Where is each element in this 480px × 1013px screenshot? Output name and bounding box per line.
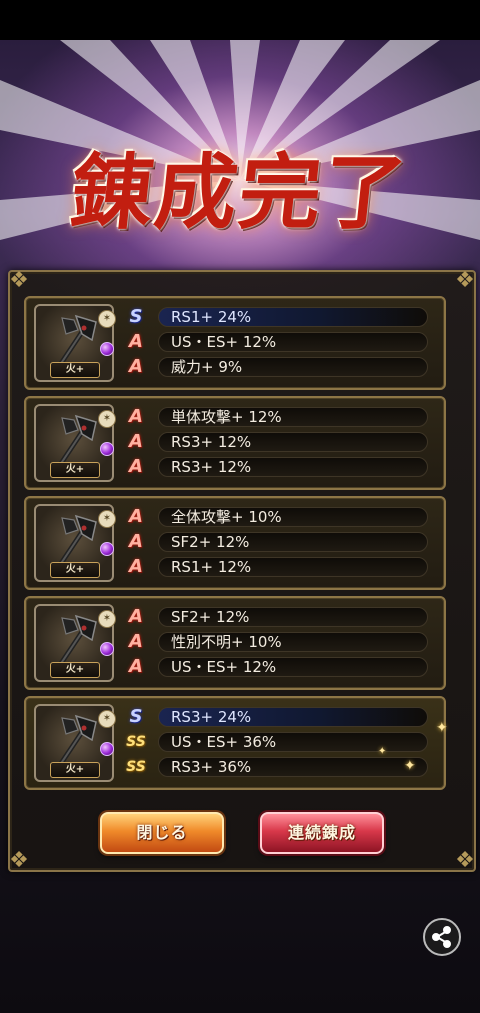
result-card: ✶ 火+ A 全体攻撃+ 10% A SF2+ 12% A RS1+ 12%: [24, 496, 446, 590]
stat-row: A SF2+ 12%: [124, 606, 432, 628]
rank-a-icon: A: [129, 356, 143, 377]
stat-text: US・ES+ 12%: [158, 657, 428, 677]
corner-ornament-icon: ❖: [9, 268, 29, 293]
status-bar: [0, 0, 480, 40]
rarity-star-icon: ✶: [98, 510, 116, 528]
rank-a-icon: A: [129, 431, 143, 452]
element-badge: 火+: [50, 362, 100, 378]
rank-s-icon: S: [129, 306, 143, 327]
stat-text: US・ES+ 12%: [158, 332, 428, 352]
share-button[interactable]: [423, 918, 461, 956]
rank-ss-icon: SS: [126, 734, 146, 750]
close-button[interactable]: 閉じる: [100, 812, 224, 854]
stat-text: RS1+ 24%: [158, 307, 428, 327]
stat-text: US・ES+ 36%: [158, 732, 428, 752]
stat-row: S RS3+ 24%: [124, 706, 432, 728]
stat-row: A RS1+ 12%: [124, 556, 432, 578]
stat-row: A 性別不明+ 10%: [124, 631, 432, 653]
weapon-thumbnail[interactable]: ✶ 火+: [34, 704, 116, 782]
rarity-star-icon: ✶: [98, 610, 116, 628]
stat-text: 全体攻撃+ 10%: [158, 507, 428, 527]
corner-ornament-icon: ❖: [455, 268, 475, 293]
stat-row: A RS3+ 12%: [124, 456, 432, 478]
rank-s-icon: S: [129, 706, 143, 727]
stat-row: A RS3+ 12%: [124, 431, 432, 453]
rank-a-icon: A: [129, 456, 143, 477]
element-badge: 火+: [50, 562, 100, 578]
purple-gem-icon: [100, 642, 114, 656]
element-badge: 火+: [50, 662, 100, 678]
page-title: 錬成完了: [66, 144, 413, 241]
rank-a-icon: A: [129, 506, 143, 527]
rank-a-icon: A: [129, 406, 143, 427]
purple-gem-icon: [100, 342, 114, 356]
purple-gem-icon: [100, 542, 114, 556]
continue-refine-button[interactable]: 連続錬成: [260, 812, 384, 854]
rank-a-icon: A: [129, 531, 143, 552]
rank-a-icon: A: [129, 631, 143, 652]
stat-text: SF2+ 12%: [158, 532, 428, 552]
rank-a-icon: A: [129, 556, 143, 577]
title-banner: 錬成完了: [0, 100, 480, 270]
stat-row: SS RS3+ 36%: [124, 756, 432, 778]
weapon-thumbnail[interactable]: ✶ 火+: [34, 304, 116, 382]
rank-a-icon: A: [129, 656, 143, 677]
sparkle-icon: ✦: [378, 746, 387, 757]
stat-text: SF2+ 12%: [158, 607, 428, 627]
weapon-thumbnail[interactable]: ✶ 火+: [34, 604, 116, 682]
sparkle-icon: ✦: [436, 720, 448, 736]
weapon-thumbnail[interactable]: ✶ 火+: [34, 404, 116, 482]
weapon-thumbnail[interactable]: ✶ 火+: [34, 504, 116, 582]
purple-gem-icon: [100, 742, 114, 756]
sparkle-icon: ✦: [404, 758, 416, 774]
rank-ss-icon: SS: [126, 759, 146, 775]
corner-ornament-icon: ❖: [455, 848, 475, 873]
stat-row: S RS1+ 24%: [124, 306, 432, 328]
stat-text: 威力+ 9%: [158, 357, 428, 377]
stat-text: RS3+ 12%: [158, 457, 428, 477]
result-card: ✶ 火+ S RS3+ 24% SS US・ES+ 36% SS RS3+ 36%: [24, 696, 446, 790]
result-card: ✶ 火+ S RS1+ 24% A US・ES+ 12% A 威力+ 9%: [24, 296, 446, 390]
stat-text: 単体攻撃+ 12%: [158, 407, 428, 427]
stat-row: A SF2+ 12%: [124, 531, 432, 553]
share-icon: [432, 926, 451, 948]
stat-row: A 全体攻撃+ 10%: [124, 506, 432, 528]
stat-row: A US・ES+ 12%: [124, 331, 432, 353]
rank-a-icon: A: [129, 331, 143, 352]
corner-ornament-icon: ❖: [9, 848, 29, 873]
element-badge: 火+: [50, 462, 100, 478]
rarity-star-icon: ✶: [98, 710, 116, 728]
stat-row: A 単体攻撃+ 12%: [124, 406, 432, 428]
stat-text: RS1+ 12%: [158, 557, 428, 577]
stat-text: RS3+ 36%: [158, 757, 428, 777]
rank-a-icon: A: [129, 606, 143, 627]
stat-text: RS3+ 12%: [158, 432, 428, 452]
element-badge: 火+: [50, 762, 100, 778]
purple-gem-icon: [100, 442, 114, 456]
stat-row: A 威力+ 9%: [124, 356, 432, 378]
result-card: ✶ 火+ A 単体攻撃+ 12% A RS3+ 12% A RS3+ 12%: [24, 396, 446, 490]
rarity-star-icon: ✶: [98, 410, 116, 428]
result-card: ✶ 火+ A SF2+ 12% A 性別不明+ 10% A US・ES+ 12%: [24, 596, 446, 690]
rarity-star-icon: ✶: [98, 310, 116, 328]
stat-text: RS3+ 24%: [158, 707, 428, 727]
stat-row: A US・ES+ 12%: [124, 656, 432, 678]
stat-text: 性別不明+ 10%: [158, 632, 428, 652]
